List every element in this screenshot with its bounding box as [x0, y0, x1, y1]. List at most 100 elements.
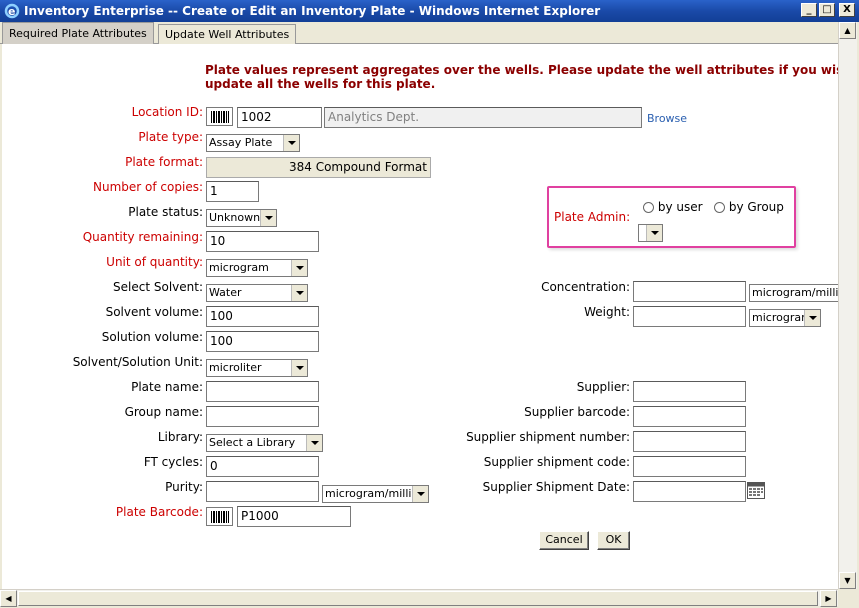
plate-name-label: Plate name: [131, 380, 203, 394]
solution-volume-input[interactable]: 100 [206, 331, 319, 352]
weight-unit-select[interactable]: microgram [749, 309, 821, 327]
unit-of-quantity-label: Unit of quantity: [106, 255, 203, 269]
barcode-icon[interactable] [206, 107, 233, 126]
ft-cycles-input[interactable]: 0 [206, 456, 319, 477]
plate-name-input[interactable] [206, 381, 319, 402]
solvent-volume-label: Solvent volume: [105, 305, 203, 319]
location-id-input[interactable]: 1002 [237, 107, 322, 128]
window-titlebar: e Inventory Enterprise -- Create or Edit… [0, 0, 859, 22]
form-content: Plate values represent aggregates over t… [2, 44, 838, 596]
by-group-radio[interactable] [714, 202, 725, 213]
concentration-input[interactable] [633, 281, 746, 302]
purity-input[interactable] [206, 481, 319, 502]
supplier-barcode-label: Supplier barcode: [524, 405, 630, 419]
unit-of-quantity-select[interactable]: microgram [206, 259, 308, 277]
location-name-field: Analytics Dept. [324, 107, 642, 128]
ft-cycles-label: FT cycles: [143, 455, 203, 469]
purity-label: Purity: [165, 480, 203, 494]
barcode-icon[interactable] [206, 507, 233, 526]
chevron-down-icon [260, 210, 276, 226]
notice-line-1: Plate values represent aggregates over t… [205, 63, 838, 77]
chevron-down-icon [306, 435, 322, 451]
maximize-button[interactable]: □ [819, 3, 835, 17]
chevron-down-icon [804, 310, 820, 326]
by-user-label: by user [657, 200, 703, 214]
purity-unit-select[interactable]: microgram/milliliter [322, 485, 429, 503]
cancel-button[interactable]: Cancel [539, 531, 589, 550]
quantity-remaining-label: Quantity remaining: [82, 230, 203, 244]
plate-type-label: Plate type: [138, 130, 203, 144]
plate-status-value: Unknown [209, 211, 261, 224]
browse-link[interactable]: Browse [647, 112, 687, 125]
supplier-shipment-code-label: Supplier shipment code: [483, 455, 630, 469]
quantity-remaining-input[interactable]: 10 [206, 231, 319, 252]
plate-format-field: 384 Compound Format [206, 157, 431, 178]
chevron-down-icon [291, 260, 307, 276]
plate-type-value: Assay Plate [209, 136, 273, 149]
resize-grip-icon[interactable] [838, 589, 859, 608]
svg-text:e: e [8, 5, 15, 18]
scroll-right-icon[interactable]: ▶ [820, 590, 837, 607]
supplier-label: Supplier: [576, 380, 630, 394]
solvent-solution-unit-value: microliter [209, 361, 262, 374]
supplier-barcode-input[interactable] [633, 406, 746, 427]
by-group-label: by Group [728, 200, 784, 214]
supplier-shipment-date-label: Supplier Shipment Date: [482, 480, 630, 494]
by-user-radio[interactable] [643, 202, 654, 213]
chevron-down-icon [283, 135, 299, 151]
scroll-up-icon[interactable]: ▲ [839, 22, 856, 39]
supplier-shipment-code-input[interactable] [633, 456, 746, 477]
plate-type-select[interactable]: Assay Plate [206, 134, 300, 152]
group-name-label: Group name: [124, 405, 203, 419]
number-of-copies-input[interactable]: 1 [206, 181, 259, 202]
solvent-volume-input[interactable]: 100 [206, 306, 319, 327]
aggregate-notice: Plate values represent aggregates over t… [205, 63, 838, 91]
plate-format-label: Plate format: [125, 155, 203, 169]
weight-label: Weight: [584, 305, 630, 319]
window-title: Inventory Enterprise -- Create or Edit a… [24, 4, 601, 18]
concentration-unit-select[interactable]: microgram/milliliter [749, 284, 838, 302]
scroll-left-icon[interactable]: ◀ [0, 590, 17, 607]
chevron-down-icon [291, 360, 307, 376]
solvent-solution-unit-label: Solvent/Solution Unit: [72, 355, 203, 369]
calendar-icon[interactable] [747, 482, 765, 499]
concentration-label: Concentration: [541, 280, 630, 294]
solvent-value: Water [209, 286, 242, 299]
close-button[interactable]: X [839, 3, 855, 17]
solvent-select[interactable]: Water [206, 284, 308, 302]
horizontal-scrollbar[interactable]: ◀ ▶ [0, 589, 838, 607]
select-solvent-label: Select Solvent: [113, 280, 203, 294]
location-id-label: Location ID: [131, 105, 203, 119]
supplier-input[interactable] [633, 381, 746, 402]
chevron-down-icon [646, 225, 662, 241]
ie-icon: e [4, 3, 20, 19]
ok-button[interactable]: OK [597, 531, 630, 550]
chevron-down-icon [291, 285, 307, 301]
plate-barcode-input[interactable]: P1000 [237, 506, 351, 527]
weight-unit-value: microgram [752, 311, 812, 324]
vertical-scrollbar[interactable]: ▲ ▼ [838, 22, 857, 596]
supplier-shipment-number-label: Supplier shipment number: [466, 430, 630, 444]
weight-input[interactable] [633, 306, 746, 327]
tab-update-well-attributes[interactable]: Update Well Attributes [158, 24, 297, 45]
plate-admin-highlight: Plate Admin: by user by Group [547, 186, 796, 248]
plate-admin-label: Plate Admin: [554, 210, 631, 224]
plate-status-select[interactable]: Unknown [206, 209, 277, 227]
supplier-shipment-date-input[interactable] [633, 481, 746, 502]
group-name-input[interactable] [206, 406, 319, 427]
solvent-solution-unit-select[interactable]: microliter [206, 359, 308, 377]
plate-status-label: Plate status: [128, 205, 203, 219]
solution-volume-label: Solution volume: [101, 330, 203, 344]
plate-barcode-label: Plate Barcode: [115, 505, 203, 519]
unit-of-quantity-value: microgram [209, 261, 269, 274]
scroll-down-icon[interactable]: ▼ [839, 572, 856, 589]
horizontal-scroll-thumb[interactable] [18, 591, 818, 606]
tab-bar: Required Plate Attributes Update Well At… [0, 22, 838, 45]
library-label: Library: [157, 430, 203, 444]
tab-required-plate-attributes[interactable]: Required Plate Attributes [2, 22, 154, 45]
plate-admin-select[interactable] [638, 224, 663, 242]
library-value: Select a Library [209, 436, 296, 449]
minimize-button[interactable]: _ [801, 3, 817, 17]
supplier-shipment-number-input[interactable] [633, 431, 746, 452]
library-select[interactable]: Select a Library [206, 434, 323, 452]
